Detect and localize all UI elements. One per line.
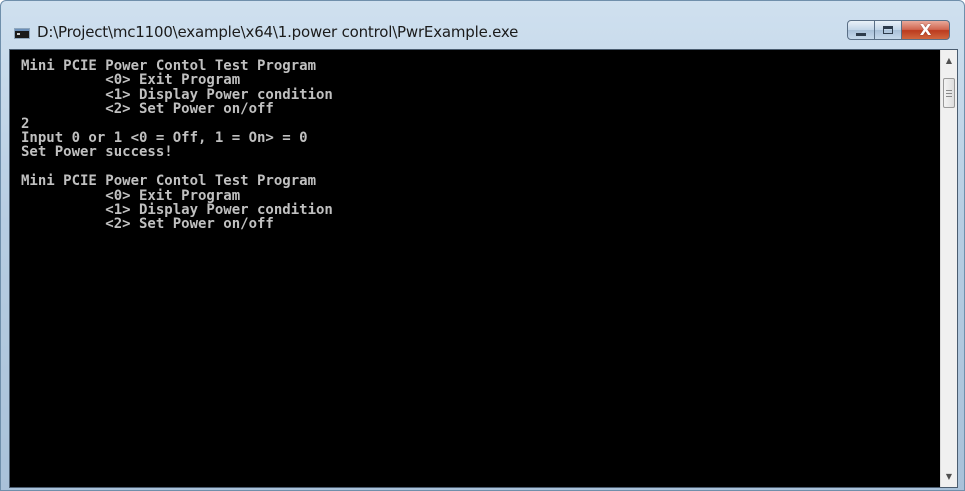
scroll-down-button[interactable]: ▼ (941, 468, 957, 485)
thumb-grip-line (946, 93, 952, 94)
maximize-button[interactable] (875, 20, 902, 40)
scroll-down-arrow-icon: ▼ (945, 472, 953, 481)
thumb-grip-line (946, 96, 952, 97)
console-app-icon[interactable] (14, 28, 30, 39)
minimize-button[interactable] (847, 20, 875, 40)
window-title: D:\Project\mc1100\example\x64\1.power co… (37, 23, 519, 41)
scroll-up-arrow-icon: ▲ (945, 56, 953, 65)
close-icon: X (919, 20, 932, 39)
caption-buttons: X (847, 20, 950, 44)
minimize-icon (856, 32, 866, 36)
scroll-thumb[interactable] (943, 78, 955, 108)
console-line: <2> Set Power on/off (21, 216, 274, 233)
title-bar[interactable]: D:\Project\mc1100\example\x64\1.power co… (1, 1, 964, 41)
maximize-icon (883, 26, 893, 34)
console-window: D:\Project\mc1100\example\x64\1.power co… (0, 0, 965, 491)
scroll-up-button[interactable]: ▲ (941, 52, 957, 69)
console-output-text: Mini PCIE Power Contol Test Program <0> … (21, 59, 333, 232)
console-output-area[interactable]: Mini PCIE Power Contol Test Program <0> … (9, 49, 958, 488)
console-line: <2> Set Power on/off (21, 101, 274, 118)
thumb-grip-line (946, 90, 952, 91)
console-line: Set Power success! (21, 144, 173, 161)
vertical-scrollbar[interactable]: ▲ ▼ (940, 50, 957, 487)
close-button[interactable]: X (902, 20, 950, 40)
